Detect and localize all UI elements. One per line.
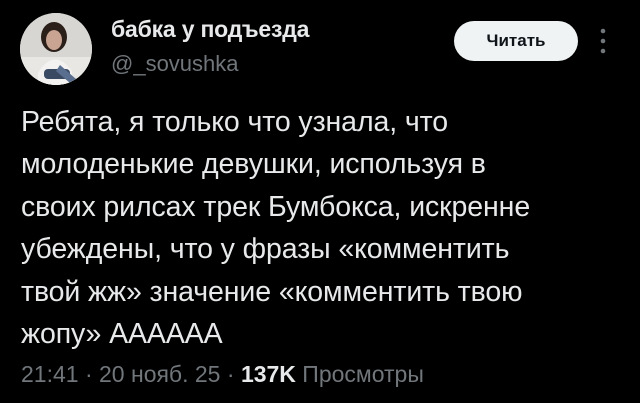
tweet-text-line: Ребята, я только что узнала, что [21, 106, 448, 138]
meta-separator: · [78, 361, 100, 387]
more-options-button[interactable] [591, 24, 615, 58]
meta-separator: · [220, 361, 241, 387]
avatar-image [20, 13, 92, 85]
tweet-text-line: молоденькие девушки, используя в [21, 148, 486, 181]
tweet-date[interactable]: 20 нояб. 25 [99, 361, 220, 387]
views-count[interactable]: 137K [241, 361, 296, 387]
avatar[interactable] [20, 13, 92, 85]
tweet-card: бабка у подъезда @_sovushka Читать Ребят… [0, 0, 640, 403]
display-name[interactable]: бабка у подъезда [111, 16, 309, 43]
more-vertical-icon [600, 28, 606, 54]
tweet-text-line: убеждены, что у фразы «комментить [21, 233, 510, 266]
tweet-meta: 21:41 · 20 нояб. 25 · 137K Просмотры [21, 361, 424, 388]
tweet-text-line: твой жж» значение «комментить твою [21, 275, 523, 308]
tweet-text-line: своих рилсах трек Бумбокса, искренне [21, 190, 531, 223]
user-handle[interactable]: @_sovushka [111, 51, 239, 77]
tweet-text-line: жопу» АААААА [21, 318, 223, 351]
views-label: Просмотры [295, 361, 424, 387]
tweet-time[interactable]: 21:41 [21, 361, 79, 387]
tweet-text: Ребята, я только что узнала, что молоден… [21, 101, 621, 355]
follow-button[interactable]: Читать [454, 21, 578, 61]
